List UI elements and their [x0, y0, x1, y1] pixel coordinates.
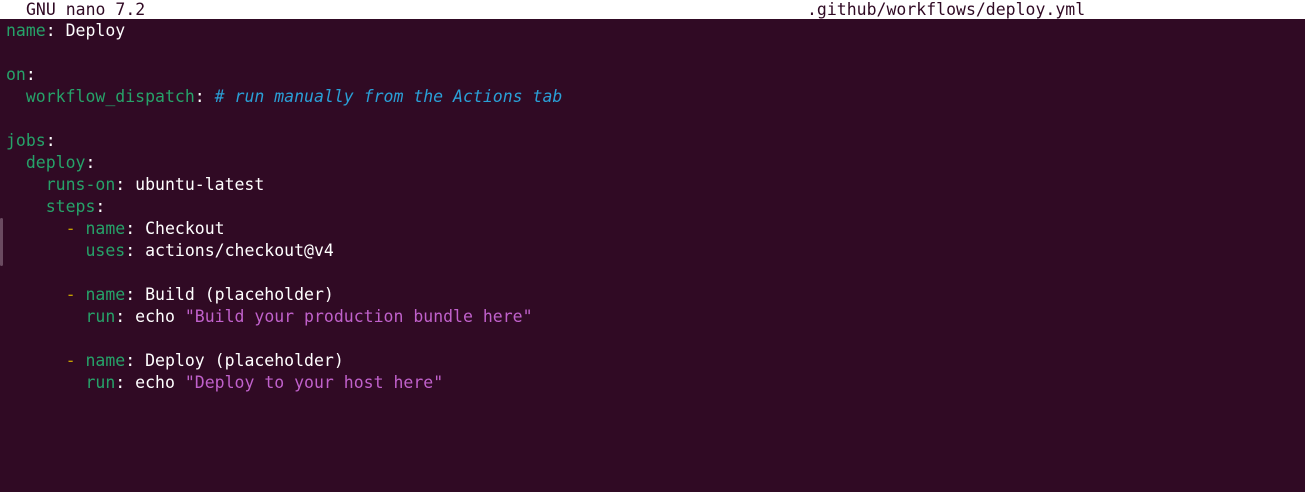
code-token: "Build your production bundle here" — [184, 307, 533, 326]
code-token: name — [85, 285, 126, 304]
code-token: uses — [85, 241, 126, 260]
editor-line[interactable]: - name: Build (placeholder) — [6, 284, 1305, 306]
code-token: : Checkout — [125, 219, 225, 238]
editor-line[interactable]: deploy: — [6, 152, 1305, 174]
code-token: name — [85, 351, 126, 370]
editor-line[interactable]: workflow_dispatch: # run manually from t… — [6, 86, 1305, 108]
editor-line[interactable] — [6, 108, 1305, 130]
editor-line[interactable]: runs-on: ubuntu-latest — [6, 174, 1305, 196]
code-token: : — [45, 131, 56, 150]
code-token: runs-on — [45, 175, 116, 194]
code-token: run — [85, 373, 116, 392]
code-token: : Build (placeholder) — [125, 285, 334, 304]
editor-line[interactable]: - name: Checkout — [6, 218, 1305, 240]
editor-line[interactable]: jobs: — [6, 130, 1305, 152]
code-token: : — [194, 87, 215, 106]
code-token: run — [85, 307, 116, 326]
editor-line[interactable]: on: — [6, 64, 1305, 86]
editor-line[interactable]: name: Deploy — [6, 20, 1305, 42]
scroll-indicator[interactable] — [0, 218, 3, 266]
code-token: name — [6, 21, 46, 40]
code-token: jobs — [6, 131, 46, 150]
file-name-label: .github/workflows/deploy.yml — [807, 0, 1086, 19]
code-token: : — [85, 153, 96, 172]
nano-title-bar: GNU nano 7.2 .github/workflows/deploy.ym… — [0, 0, 1305, 19]
editor-line[interactable]: uses: actions/checkout@v4 — [6, 240, 1305, 262]
code-token: - — [65, 219, 76, 238]
editor-line[interactable]: run: echo "Build your production bundle … — [6, 306, 1305, 328]
code-token: : ubuntu-latest — [115, 175, 265, 194]
code-token: : Deploy (placeholder) — [125, 351, 344, 370]
code-token: - — [65, 351, 76, 370]
editor-text-area[interactable]: name: Deploy on: workflow_dispatch: # run… — [6, 20, 1305, 394]
code-token: : echo — [115, 307, 185, 326]
editor-line[interactable] — [6, 262, 1305, 284]
code-token: deploy — [25, 153, 86, 172]
app-version-label: GNU nano 7.2 — [26, 0, 146, 19]
editor-line[interactable]: run: echo "Deploy to your host here" — [6, 372, 1305, 394]
code-token: : — [95, 197, 106, 216]
code-token: workflow_dispatch — [25, 87, 195, 106]
code-token: : Deploy — [45, 21, 126, 40]
code-token: name — [85, 219, 126, 238]
code-token: : echo — [115, 373, 185, 392]
editor-line[interactable]: steps: — [6, 196, 1305, 218]
code-token: steps — [45, 197, 96, 216]
code-token: - — [65, 285, 76, 304]
editor-line[interactable] — [6, 328, 1305, 350]
code-token: : actions/checkout@v4 — [125, 241, 334, 260]
editor-line[interactable] — [6, 42, 1305, 64]
code-token: on — [6, 65, 26, 84]
code-token: : — [25, 65, 36, 84]
code-token: "Deploy to your host here" — [184, 373, 444, 392]
code-token: # run manually from the Actions tab — [214, 87, 563, 106]
editor-line[interactable]: - name: Deploy (placeholder) — [6, 350, 1305, 372]
